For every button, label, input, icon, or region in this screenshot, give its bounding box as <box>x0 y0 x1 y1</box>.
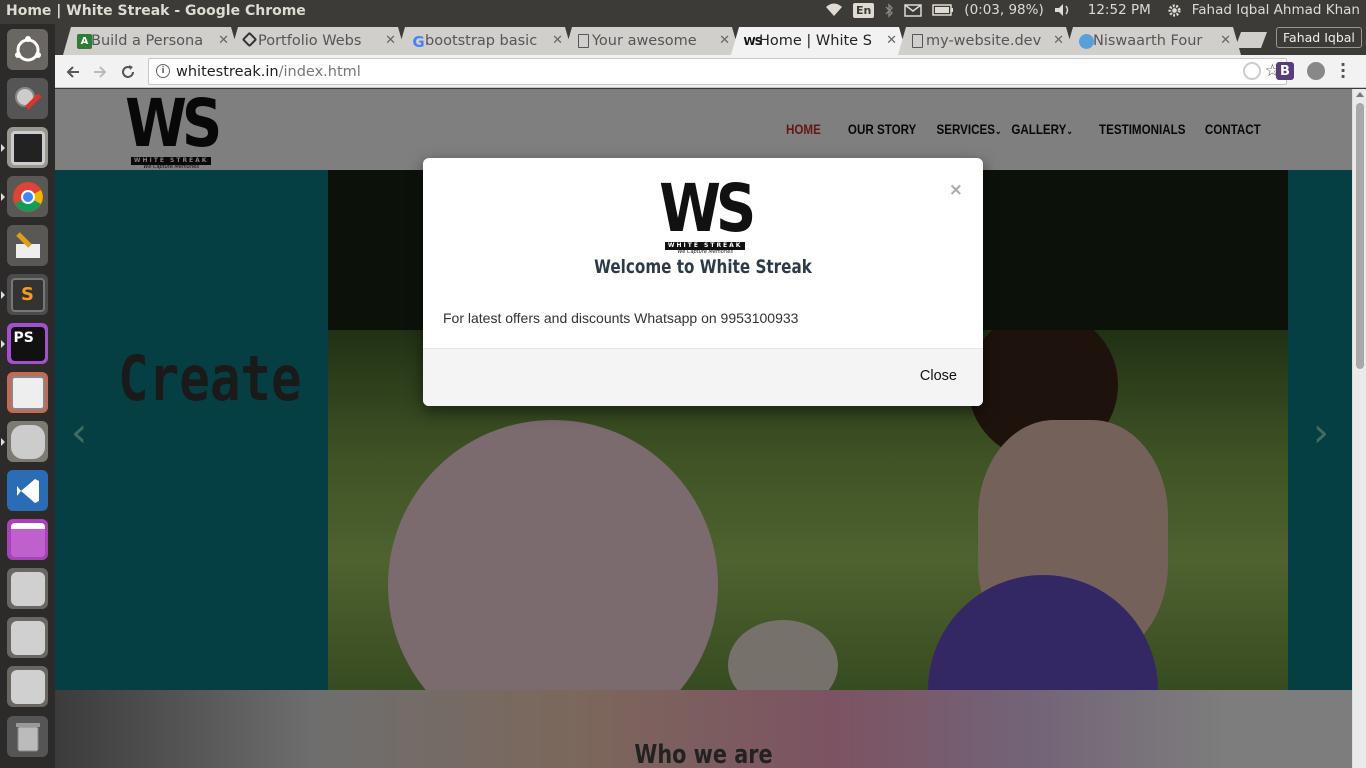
profile-button[interactable]: Fahad Iqbal <box>1276 27 1362 48</box>
bleachbit-icon[interactable] <box>7 225 48 266</box>
battery-icon[interactable] <box>932 4 954 16</box>
welcome-modal: × WS WHITE STREAK We Capture Memories We… <box>423 158 983 406</box>
globe-extension-icon[interactable] <box>1307 62 1325 80</box>
system-tray: En (0:03, 98%) 12:52 PM Fahad Iqbal Ahma… <box>825 2 1360 18</box>
vscode-icon[interactable] <box>7 470 48 511</box>
tab-title: Home | White S <box>759 33 872 49</box>
files-icon[interactable] <box>7 372 48 413</box>
chrome-icon[interactable] <box>7 176 48 217</box>
globe-icon <box>1079 34 1094 49</box>
close-tab-icon[interactable]: ✕ <box>1053 33 1064 48</box>
modal-close-button[interactable]: Close <box>920 368 957 384</box>
gear-icon[interactable] <box>1167 3 1182 18</box>
unity-launcher: S PS <box>0 24 55 768</box>
clock[interactable]: 12:52 PM <box>1088 2 1151 18</box>
sublime-text-icon[interactable]: S <box>7 274 48 315</box>
webpage: WS WHITE STREAK We Capture Memories HOME… <box>55 89 1352 768</box>
tab-build-a-personal[interactable]: A Build a Persona ✕ <box>63 27 239 55</box>
terminal-icon[interactable] <box>7 127 48 168</box>
drive-1-icon[interactable] <box>7 568 48 609</box>
trash-icon[interactable] <box>7 716 48 757</box>
wifi-icon[interactable] <box>825 3 843 17</box>
tab-portfolio[interactable]: Portfolio Webs ✕ <box>230 27 406 55</box>
menu-dots-icon[interactable]: · · · <box>1339 57 1347 85</box>
modal-close-icon[interactable]: × <box>949 180 963 200</box>
ubuntu-dash-icon[interactable] <box>7 29 48 70</box>
mail-icon[interactable] <box>904 3 923 17</box>
modal-body-text: For latest offers and discounts Whatsapp… <box>443 310 799 326</box>
back-button[interactable] <box>61 60 85 84</box>
tab-my-website[interactable]: my-website.dev ✕ <box>898 27 1074 55</box>
modal-title: Welcome to White Streak <box>594 256 812 278</box>
tab-title: Niswaarth Four <box>1093 33 1203 49</box>
close-tab-icon[interactable]: ✕ <box>1220 33 1231 48</box>
tab-title: bootstrap basic <box>425 33 538 49</box>
bluetooth-icon[interactable] <box>884 2 894 18</box>
battery-status: (0:03, 98%) <box>964 2 1044 18</box>
tab-title: my-website.dev <box>926 33 1042 49</box>
scroll-up-arrow-icon[interactable] <box>1356 92 1364 97</box>
top-panel: Home | White Streak - Google Chrome En (… <box>0 0 1366 24</box>
tab-bootstrap[interactable]: G bootstrap basic ✕ <box>397 27 573 55</box>
drive-3-icon[interactable] <box>7 666 48 707</box>
drive-2-icon[interactable] <box>7 617 48 658</box>
doc-icon <box>912 34 923 48</box>
logo-tagline: We Capture Memories <box>677 249 733 255</box>
tab-niswaarth[interactable]: Niswaarth Four ✕ <box>1065 27 1241 55</box>
modal-logo: WS WHITE STREAK We Capture Memories <box>651 176 759 255</box>
close-tab-icon[interactable]: ✕ <box>552 33 563 48</box>
close-tab-icon[interactable]: ✕ <box>886 33 897 48</box>
tab-title: Your awesome <box>592 33 697 49</box>
codepen-icon <box>242 32 258 48</box>
window-title: Home | White Streak - Google Chrome <box>6 3 306 19</box>
ws-icon: WS <box>743 35 762 48</box>
user-name[interactable]: Fahad Iqbal Ahmad Khan <box>1192 2 1360 18</box>
tab-your-awesome[interactable]: Your awesome ✕ <box>564 27 740 55</box>
reload-button[interactable] <box>116 60 140 84</box>
tab-home-white-streak[interactable]: WS Home | White S ✕ <box>731 27 907 55</box>
bootstrap-extension-icon[interactable]: B <box>1276 62 1294 80</box>
url-path: /index.html <box>278 63 361 80</box>
page-scrollbar[interactable] <box>1352 89 1366 768</box>
logo-letters: WS <box>659 170 756 247</box>
keyboard-language-indicator[interactable]: En <box>852 2 875 18</box>
browser-toolbar: i whitestreak.in/index.html ☆ B · · · <box>55 55 1366 88</box>
tab-strip: A Build a Persona ✕ Portfolio Webs ✕ G b… <box>55 24 1366 55</box>
close-tab-icon[interactable]: ✕ <box>385 33 396 48</box>
info-icon[interactable]: i <box>156 64 170 78</box>
forward-button[interactable] <box>88 60 112 84</box>
tab-title: Portfolio Webs <box>258 33 362 49</box>
google-icon: G <box>412 32 425 51</box>
close-tab-icon[interactable]: ✕ <box>719 33 730 48</box>
url-host: whitestreak.in <box>176 63 279 80</box>
volume-icon[interactable] <box>1054 3 1072 17</box>
doc-icon <box>578 34 589 48</box>
close-tab-icon[interactable]: ✕ <box>218 33 229 48</box>
system-settings-icon[interactable] <box>7 78 48 119</box>
modal-footer: Close <box>423 348 983 406</box>
scrollbar-thumb[interactable] <box>1356 103 1364 369</box>
scanner-icon[interactable] <box>7 421 48 462</box>
unity-app-icon[interactable] <box>7 519 48 560</box>
phpstorm-icon[interactable]: PS <box>7 323 48 364</box>
leaf-icon: A <box>77 34 92 49</box>
address-bar[interactable]: i whitestreak.in/index.html ☆ <box>148 58 1287 85</box>
extension-icon[interactable] <box>1243 62 1261 80</box>
tab-title: Build a Persona <box>91 33 204 49</box>
